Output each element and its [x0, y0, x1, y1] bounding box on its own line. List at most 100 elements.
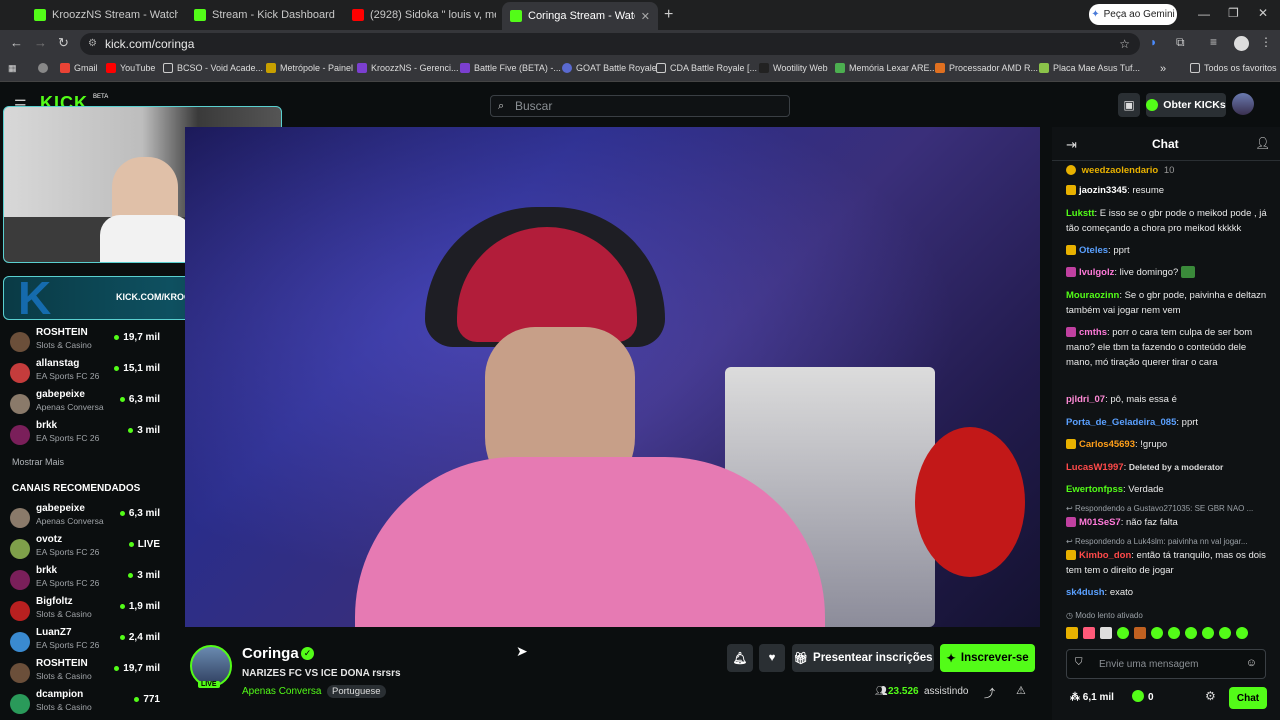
channel-name[interactable]: Coringa	[242, 645, 299, 662]
notification-bell-icon[interactable]: 🔔︎	[727, 644, 753, 672]
extensions-puzzle-icon[interactable]: ⧉	[1176, 35, 1185, 50]
bookmark-item[interactable]: Battle Five (BETA) -...	[460, 63, 561, 73]
sidebar-channel[interactable]: LuanZ7 EA Sports FC 26 2,4 mil	[10, 627, 160, 657]
report-warning-icon[interactable]: ⚠	[1016, 684, 1026, 697]
new-tab-button[interactable]: +	[664, 6, 673, 24]
user-avatar[interactable]	[1232, 93, 1254, 115]
menu-dots-icon[interactable]: ⋮	[1260, 35, 1272, 49]
emote-icon[interactable]	[1117, 627, 1129, 639]
sidebar-channel[interactable]: ovotz EA Sports FC 26 LIVE	[10, 534, 160, 564]
show-more-link[interactable]: Mostrar Mais	[12, 457, 64, 467]
stream-category-link[interactable]: Apenas Conversa	[242, 686, 322, 697]
bookmark-item[interactable]: Memória Lexar ARE...	[835, 63, 937, 73]
bookmark-item[interactable]: Gmail	[60, 63, 98, 73]
emote-icon[interactable]	[1083, 627, 1095, 639]
chat-username[interactable]: M01SeS7	[1079, 517, 1121, 528]
chat-message: Carlos45693: !grupo	[1066, 437, 1272, 452]
reload-icon[interactable]: ↻	[58, 35, 69, 51]
sidebar-channel[interactable]: ROSHTEIN Slots & Casino 19,7 mil	[10, 327, 160, 357]
channel-category: EA Sports FC 26	[36, 433, 100, 443]
kicks-balance[interactable]: ⁂ 6,1 mil	[1070, 692, 1114, 703]
search-input[interactable]: ⌕ Buscar	[490, 95, 790, 117]
profile-avatar[interactable]	[1234, 36, 1249, 51]
chat-username[interactable]: pjldri_07	[1066, 394, 1105, 405]
emote-icon[interactable]	[1151, 627, 1163, 639]
bookmark-star-icon[interactable]: ☆	[1119, 33, 1130, 55]
bookmark-item[interactable]: CDA Battle Royale [...	[656, 63, 757, 73]
dashboard-icon[interactable]: ▣	[1118, 93, 1140, 117]
chat-username[interactable]: Ewertonfpss	[1066, 484, 1123, 495]
emote-icon[interactable]	[1134, 627, 1146, 639]
chat-username[interactable]: lvulgolz	[1079, 267, 1114, 278]
chat-username[interactable]: LucasW1997	[1066, 462, 1124, 473]
bookmark-item[interactable]: Processador AMD R...	[935, 63, 1038, 73]
share-icon[interactable]: ⤴	[984, 685, 995, 701]
emote-icon[interactable]	[1219, 627, 1231, 639]
address-bar[interactable]: ⚙ kick.com/coringa ☆	[80, 33, 1140, 55]
bookmark-item[interactable]: Metrópole - Painel	[266, 63, 353, 73]
language-tag[interactable]: Portuguese	[327, 685, 386, 698]
gemini-button[interactable]: ✦ Peça ao Gemini	[1089, 4, 1177, 25]
chat-username[interactable]: jaozin3345	[1079, 185, 1127, 196]
more-bookmarks-button[interactable]: »	[1160, 63, 1166, 75]
reply-context[interactable]: ↩ Respondendo a Luk4slm: paivinha nn val…	[1066, 537, 1272, 546]
emote-icon[interactable]	[1202, 627, 1214, 639]
chat-username[interactable]: Carlos45693	[1079, 439, 1135, 450]
chat-username[interactable]: Kimbo_don	[1079, 550, 1131, 561]
sidebar-channel[interactable]: Bigfoltz Slots & Casino 1,9 mil	[10, 596, 160, 626]
emote-icon[interactable]	[1066, 627, 1078, 639]
sidebar-channel[interactable]: brkk EA Sports FC 26 3 mil	[10, 565, 160, 595]
sidebar-channel[interactable]: brkk EA Sports FC 26 3 mil	[10, 420, 160, 450]
chat-username[interactable]: Porta_de_Geladeira_085	[1066, 417, 1176, 428]
users-icon[interactable]: 👤︎	[1255, 136, 1270, 150]
chat-username[interactable]: Lukstt	[1066, 208, 1095, 219]
follow-heart-icon[interactable]: ♥	[759, 644, 785, 672]
all-bookmarks-button[interactable]: Todos os favoritos	[1190, 63, 1277, 73]
chat-username[interactable]: cmths	[1079, 327, 1107, 338]
site-info-icon[interactable]: ⚙	[88, 33, 97, 55]
bookmark-item[interactable]: YouTube	[106, 63, 155, 73]
browser-tab[interactable]: Stream - Kick Dashboard ✕	[186, 4, 338, 26]
chat-username[interactable]: sk4dush	[1066, 587, 1105, 598]
browser-tab-active[interactable]: Coringa Stream - Watch Live ✕	[502, 2, 658, 30]
maximize-icon[interactable]: ❐	[1228, 6, 1239, 20]
minimize-icon[interactable]: —	[1198, 7, 1210, 21]
emote-icon[interactable]	[1168, 627, 1180, 639]
browser-tab[interactable]: (2928) Sidoka " louis v, menina ✕	[344, 4, 496, 26]
bookmark-item[interactable]: GOAT Battle Royale	[562, 63, 657, 73]
sidebar-channel[interactable]: ROSHTEIN Slots & Casino 19,7 mil	[10, 658, 160, 688]
settings-gear-icon[interactable]: ⚙	[1205, 689, 1216, 703]
emote-icon[interactable]	[1236, 627, 1248, 639]
chat-username[interactable]: Oteles	[1079, 245, 1108, 256]
get-kicks-button[interactable]: Obter KICKs	[1146, 93, 1226, 117]
forward-icon[interactable]: →	[34, 35, 47, 50]
bookmark-item[interactable]: Placa Mae Asus Tuf...	[1039, 63, 1140, 73]
chat-username[interactable]: weedzaolendario	[1082, 165, 1159, 176]
extension-icon[interactable]: ◗	[1150, 35, 1157, 49]
window-close-icon[interactable]: ✕	[1258, 6, 1268, 20]
close-icon[interactable]: ✕	[641, 10, 650, 23]
chat-input[interactable]: ⛉ Envie uma mensagem ☺	[1066, 649, 1266, 679]
bookmark-item[interactable]: Wootility Web	[759, 63, 828, 73]
gift-subs-button[interactable]: 🎁︎ Presentear inscrições	[792, 644, 934, 672]
sidebar-channel[interactable]: dcampion Slots & Casino 771	[10, 689, 160, 719]
collapse-chat-icon[interactable]: ⇥	[1066, 137, 1077, 153]
video-player[interactable]	[185, 127, 1040, 627]
sidebar-channel[interactable]: gabepeixe Apenas Conversa 6,3 mil	[10, 503, 160, 533]
bookmark-item[interactable]: KroozzNS - Gerenci...	[357, 63, 459, 73]
send-chat-button[interactable]: Chat	[1229, 687, 1267, 709]
back-icon[interactable]: ←	[10, 35, 23, 50]
emote-icon[interactable]	[1100, 627, 1112, 639]
bookmark-item[interactable]: BCSO - Void Acade...	[163, 63, 263, 73]
sidebar-channel[interactable]: allanstag EA Sports FC 26 15,1 mil	[10, 358, 160, 388]
emote-icon[interactable]	[1185, 627, 1197, 639]
sidebar-channel[interactable]: gabepeixe Apenas Conversa 6,3 mil	[10, 389, 160, 419]
apps-grid-icon[interactable]: ▦	[8, 63, 17, 74]
subscribe-button[interactable]: ✦ Inscrever-se	[940, 644, 1035, 672]
chrome-icon[interactable]	[38, 63, 48, 73]
reply-context[interactable]: ↩ Respondendo a Gustavo271035: SE GBR NA…	[1066, 504, 1272, 513]
emoji-picker-icon[interactable]: ☺	[1246, 657, 1257, 669]
media-icon[interactable]: ≡	[1210, 35, 1217, 49]
chat-username[interactable]: Mouraozinn	[1066, 290, 1119, 301]
browser-tab[interactable]: KroozzNS Stream - Watch Live ✕	[26, 4, 178, 26]
